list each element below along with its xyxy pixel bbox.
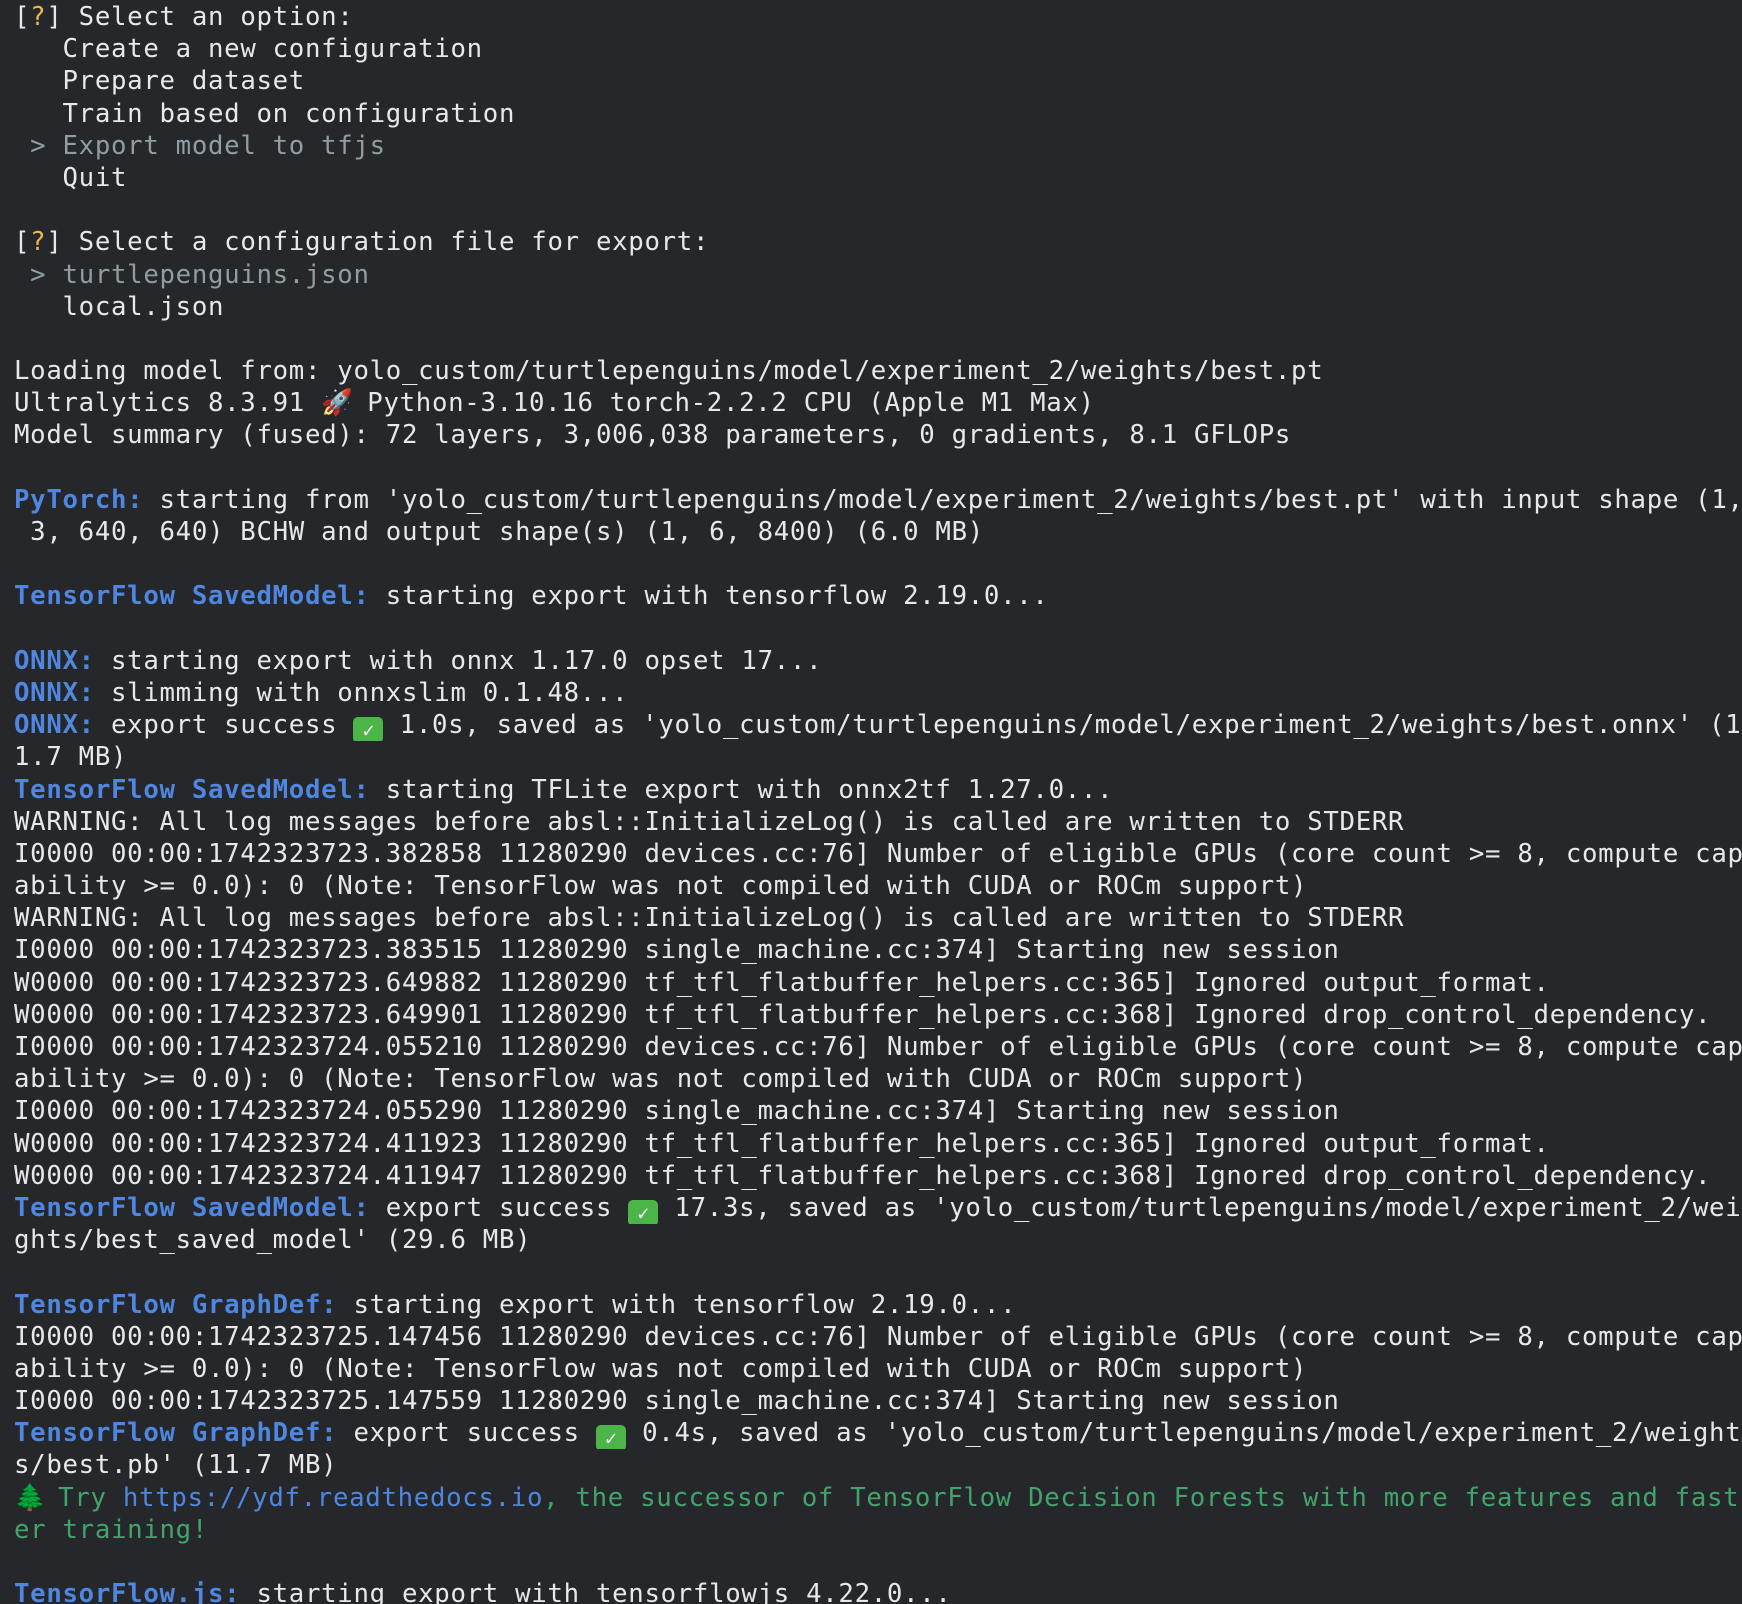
warn-log-line: W0000 00:00:1742323723.649882 11280290 t… (14, 967, 1550, 998)
tf-savedmodel-label: TensorFlow SavedModel: (14, 581, 370, 612)
warning-line: WARNING: All log messages before absl::I… (14, 806, 1405, 837)
menu-option-train[interactable]: Train based on configuration (14, 98, 1742, 130)
terminal-output[interactable]: [?] Select an option: Create a new confi… (0, 0, 1742, 1604)
tf-graphdef-label: TensorFlow GraphDef: (14, 1418, 338, 1449)
onnx-start-line: ONNX: starting export with onnx 1.17.0 o… (14, 645, 823, 676)
selection-pointer: > (14, 130, 63, 161)
ydf-link[interactable]: https://ydf.readthedocs.io (123, 1483, 543, 1513)
warn-log-line: W0000 00:00:1742323723.649901 11280290 t… (14, 999, 1712, 1030)
tf-graphdef-success-line-cont: s/best.pb' (11.7 MB) (14, 1450, 338, 1481)
option-prompt: [?] Select an option: (14, 2, 354, 32)
warning-line: WARNING: All log messages before absl::I… (14, 903, 1405, 934)
config-option-turtlepenguins-selected[interactable]: > turtlepenguins.json (14, 259, 1742, 291)
ydf-tip-line-cont: er training! (14, 1514, 208, 1545)
tree-icon: 🌲 (14, 1482, 46, 1513)
menu-option-quit[interactable]: Quit (14, 162, 1742, 194)
info-log-line: I0000 00:00:1742323724.055210 11280290 d… (14, 1032, 1742, 1062)
config-prompt: [?] Select a configuration file for expo… (14, 227, 710, 258)
tfjs-start-line: TensorFlow.js: starting export with tens… (14, 1578, 1742, 1604)
config-question: Select a configuration file for export: (62, 227, 710, 258)
check-mark-icon: ✓ (628, 1199, 659, 1225)
info-log-line: I0000 00:00:1742323725.147559 11280290 s… (14, 1386, 1340, 1417)
pytorch-label: PyTorch: (14, 484, 144, 515)
loading-model-line: Loading model from: yolo_custom/turtlepe… (14, 356, 1324, 387)
config-option-local[interactable]: local.json (14, 291, 1742, 323)
warn-log-line: W0000 00:00:1742323724.411923 11280290 t… (14, 1128, 1550, 1159)
menu-option-prepare-dataset[interactable]: Prepare dataset (14, 65, 1742, 97)
info-log-line: I0000 00:00:1742323723.382858 11280290 d… (14, 838, 1742, 869)
ultralytics-version-line: Ultralytics 8.3.91 🚀 Python-3.10.16 torc… (14, 388, 1095, 419)
tf-graphdef-success-line: TensorFlow GraphDef: export success ✓ 0.… (14, 1418, 1742, 1450)
tf-savedmodel-label: TensorFlow SavedModel: (14, 1192, 370, 1223)
tf-graphdef-label: TensorFlow GraphDef: (14, 1289, 338, 1320)
rocket-icon: 🚀 (321, 388, 354, 419)
model-summary-line: Model summary (fused): 72 layers, 3,006,… (14, 420, 1292, 451)
tf-savedmodel-success-line-cont: ghts/best_saved_model' (29.6 MB) (14, 1225, 532, 1256)
onnx-label: ONNX: (14, 710, 95, 741)
tfjs-label: TensorFlow.js: (14, 1579, 241, 1604)
info-log-line-cont: ability >= 0.0): 0 (Note: TensorFlow was… (14, 1064, 1308, 1095)
info-log-line-cont: ability >= 0.0): 0 (Note: TensorFlow was… (14, 1353, 1308, 1384)
warn-log-line: W0000 00:00:1742323724.411947 11280290 t… (14, 1160, 1712, 1191)
pytorch-log-line-cont: 3, 640, 640) BCHW and output shape(s) (1… (14, 517, 984, 547)
question-mark: ? (30, 227, 47, 258)
check-mark-icon: ✓ (595, 1425, 626, 1450)
option-question: Select an option: (62, 2, 354, 32)
tf-savedmodel-label: TensorFlow SavedModel: (14, 774, 370, 805)
tf-graphdef-start-line: TensorFlow GraphDef: starting export wit… (14, 1289, 1017, 1320)
info-log-line-cont: ability >= 0.0): 0 (Note: TensorFlow was… (14, 871, 1308, 902)
check-mark-icon: ✓ (353, 717, 384, 742)
tf-savedmodel-start-line: TensorFlow SavedModel: starting export w… (14, 581, 1049, 612)
onnx-success-line-cont: 1.7 MB) (14, 742, 128, 773)
onnx-success-line: ONNX: export success ✓ 1.0s, saved as 'y… (14, 710, 1742, 742)
info-log-line: I0000 00:00:1742323723.383515 11280290 s… (14, 935, 1340, 966)
question-mark: ? (30, 2, 47, 32)
info-log-line: I0000 00:00:1742323724.055290 11280290 s… (14, 1096, 1340, 1127)
tf-savedmodel-tflite-line: TensorFlow SavedModel: starting TFLite e… (14, 774, 1114, 805)
menu-option-create-config[interactable]: Create a new configuration (14, 33, 1742, 65)
tf-savedmodel-success-line: TensorFlow SavedModel: export success ✓ … (14, 1192, 1742, 1225)
ydf-tip-line: 🌲 Try https://ydf.readthedocs.io, the su… (14, 1482, 1740, 1513)
info-log-line: I0000 00:00:1742323725.147456 11280290 d… (14, 1321, 1742, 1352)
menu-option-export-selected[interactable]: > Export model to tfjs (14, 130, 1742, 162)
onnx-slim-line: ONNX: slimming with onnxslim 0.1.48... (14, 677, 629, 708)
onnx-label: ONNX: (14, 645, 95, 676)
selection-pointer: > (14, 259, 63, 290)
onnx-label: ONNX: (14, 677, 95, 708)
pytorch-log-line: PyTorch: starting from 'yolo_custom/turt… (14, 484, 1742, 515)
